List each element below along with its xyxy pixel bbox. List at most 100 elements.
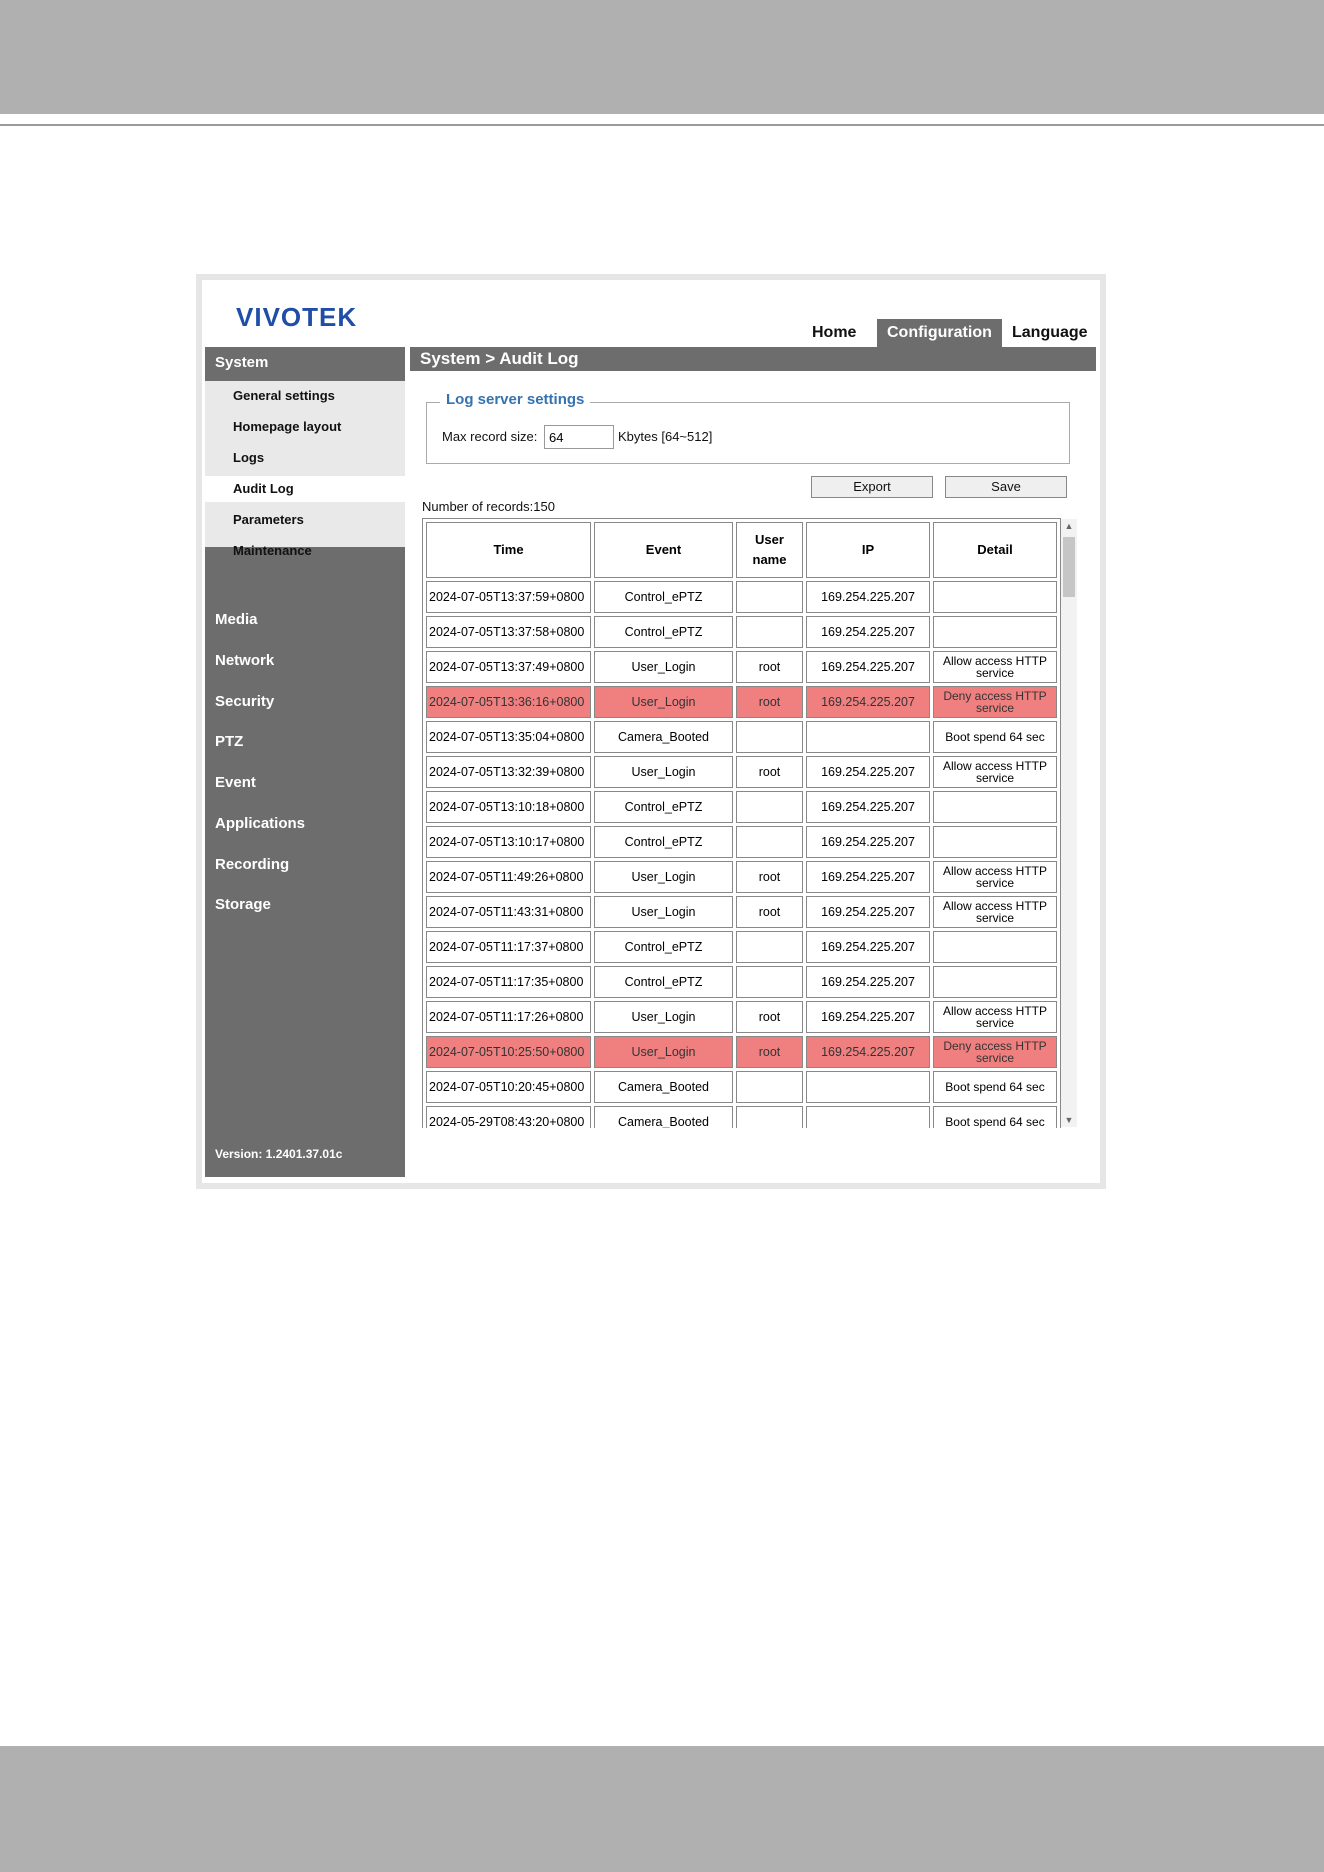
nav-language[interactable]: Language — [1012, 319, 1088, 347]
cell-user-name — [736, 1106, 803, 1128]
cell-time: 2024-07-05T11:17:35+0800 — [426, 966, 591, 998]
save-button[interactable]: Save — [945, 476, 1067, 498]
cell-ip: 169.254.225.207 — [806, 616, 930, 648]
sidebar-item-maintenance[interactable]: Maintenance — [205, 538, 405, 564]
scroll-down-arrow-icon[interactable]: ▼ — [1061, 1113, 1077, 1127]
cell-detail: Allow access HTTP service — [933, 1001, 1057, 1033]
vivotek-logo: VIVOTEK — [236, 302, 358, 332]
table-row: 2024-07-05T13:36:16+0800 User_Login root 16… — [426, 686, 1057, 718]
cell-time: 2024-07-05T13:10:18+0800 — [426, 791, 591, 823]
cell-user-name — [736, 581, 803, 613]
sidebar-item-media[interactable]: Media — [205, 605, 405, 635]
table-row: 2024-07-05T13:37:49+0800 User_Login root 16… — [426, 651, 1057, 683]
sidebar-item-ptz[interactable]: PTZ — [205, 727, 405, 757]
column-header-ip: IP — [806, 522, 930, 578]
cell-user-name: root — [736, 686, 803, 718]
sidebar-item-parameters[interactable]: Parameters — [205, 507, 405, 533]
cell-user-name: root — [736, 896, 803, 928]
cell-time: 2024-05-29T08:43:20+0800 — [426, 1106, 591, 1128]
cell-time: 2024-07-05T13:37:59+0800 — [426, 581, 591, 613]
cell-event: User_Login — [594, 896, 733, 928]
scrollbar-thumb[interactable] — [1063, 537, 1075, 597]
sidebar-item-recording[interactable]: Recording — [205, 850, 405, 880]
column-header-event: Event — [594, 522, 733, 578]
table-scrollbar[interactable]: ▲ ▼ — [1061, 519, 1077, 1127]
sidebar-item-applications[interactable]: Applications — [205, 809, 405, 839]
cell-event: User_Login — [594, 686, 733, 718]
cell-event: User_Login — [594, 756, 733, 788]
cell-detail — [933, 581, 1057, 613]
cell-time: 2024-07-05T13:10:17+0800 — [426, 826, 591, 858]
table-row: 2024-07-05T10:20:45+0800 Camera_Booted Boo… — [426, 1071, 1057, 1103]
header-divider — [0, 124, 1324, 126]
cell-user-name: root — [736, 1001, 803, 1033]
cell-detail — [933, 966, 1057, 998]
cell-detail — [933, 826, 1057, 858]
document-header-band — [0, 0, 1324, 114]
table-row: 2024-07-05T13:35:04+0800 Camera_Booted Boo… — [426, 721, 1057, 753]
cell-time: 2024-07-05T11:43:31+0800 — [426, 896, 591, 928]
column-header-detail: Detail — [933, 522, 1057, 578]
system-submenu: General settings Homepage layout Logs Au… — [205, 381, 405, 558]
nav-home[interactable]: Home — [812, 319, 856, 347]
table-row: 2024-07-05T11:49:26+0800 User_Login root 16… — [426, 861, 1057, 893]
audit-log-rows: 2024-07-05T13:37:59+0800 Control_ePTZ 169.… — [426, 581, 1057, 1128]
sidebar-item-event[interactable]: Event — [205, 768, 405, 798]
sidebar-item-storage[interactable]: Storage — [205, 890, 405, 920]
cell-user-name — [736, 1071, 803, 1103]
sidebar: System General settings Homepage layout … — [205, 347, 405, 1177]
cell-ip: 169.254.225.207 — [806, 1001, 930, 1033]
cell-time: 2024-07-05T13:36:16+0800 — [426, 686, 591, 718]
sidebar-item-security[interactable]: Security — [205, 687, 405, 717]
table-row: 2024-05-29T08:43:20+0800 Camera_Booted Boo… — [426, 1106, 1057, 1128]
table-row: 2024-07-05T11:17:35+0800 Control_ePTZ 169.… — [426, 966, 1057, 998]
cell-user-name — [736, 966, 803, 998]
sidebar-item-audit-log[interactable]: Audit Log — [205, 476, 405, 502]
scroll-up-arrow-icon[interactable]: ▲ — [1061, 519, 1077, 533]
cell-time: 2024-07-05T11:49:26+0800 — [426, 861, 591, 893]
sidebar-item-system[interactable]: System — [205, 347, 405, 379]
cell-event: User_Login — [594, 861, 733, 893]
cell-user-name — [736, 931, 803, 963]
firmware-version: Version: 1.2401.37.01c — [215, 1147, 343, 1161]
table-row: 2024-07-05T13:10:18+0800 Control_ePTZ 169.… — [426, 791, 1057, 823]
cell-detail — [933, 931, 1057, 963]
cell-event: Control_ePTZ — [594, 791, 733, 823]
cell-ip: 169.254.225.207 — [806, 756, 930, 788]
cell-time: 2024-07-05T11:17:37+0800 — [426, 931, 591, 963]
cell-ip: 169.254.225.207 — [806, 896, 930, 928]
table-row: 2024-07-05T13:37:58+0800 Control_ePTZ 169.… — [426, 616, 1057, 648]
cell-time: 2024-07-05T10:25:50+0800 — [426, 1036, 591, 1068]
sidebar-item-logs[interactable]: Logs — [205, 445, 405, 471]
cell-event: Camera_Booted — [594, 1071, 733, 1103]
max-record-size-label: Max record size: — [442, 429, 538, 444]
sidebar-item-general-settings[interactable]: General settings — [205, 383, 405, 409]
audit-log-table: Time Event User name IP Detail 2024-07-0… — [422, 518, 1061, 1128]
cell-time: 2024-07-05T13:32:39+0800 — [426, 756, 591, 788]
cell-ip: 169.254.225.207 — [806, 826, 930, 858]
max-record-size-unit: Kbytes [64~512] — [618, 429, 713, 444]
sidebar-item-network[interactable]: Network — [205, 646, 405, 676]
cell-ip: 169.254.225.207 — [806, 931, 930, 963]
cell-event: Camera_Booted — [594, 721, 733, 753]
cell-time: 2024-07-05T10:20:45+0800 — [426, 1071, 591, 1103]
cell-ip — [806, 1071, 930, 1103]
sidebar-item-homepage-layout[interactable]: Homepage layout — [205, 414, 405, 440]
cell-ip — [806, 721, 930, 753]
cell-detail: Allow access HTTP service — [933, 756, 1057, 788]
column-header-user-name: User name — [736, 522, 803, 578]
cell-detail: Boot spend 64 sec — [933, 1071, 1057, 1103]
cell-ip — [806, 1106, 930, 1128]
cell-time: 2024-07-05T11:17:26+0800 — [426, 1001, 591, 1033]
cell-ip: 169.254.225.207 — [806, 651, 930, 683]
cell-event: Control_ePTZ — [594, 826, 733, 858]
table-row: 2024-07-05T11:43:31+0800 User_Login root 16… — [426, 896, 1057, 928]
nav-configuration[interactable]: Configuration — [877, 319, 1002, 347]
max-record-size-input[interactable] — [544, 425, 614, 449]
cell-detail — [933, 616, 1057, 648]
cell-event: Control_ePTZ — [594, 931, 733, 963]
cell-time: 2024-07-05T13:35:04+0800 — [426, 721, 591, 753]
page-title: System > Audit Log — [410, 347, 1096, 371]
export-button[interactable]: Export — [811, 476, 933, 498]
cell-detail: Boot spend 64 sec — [933, 1106, 1057, 1128]
